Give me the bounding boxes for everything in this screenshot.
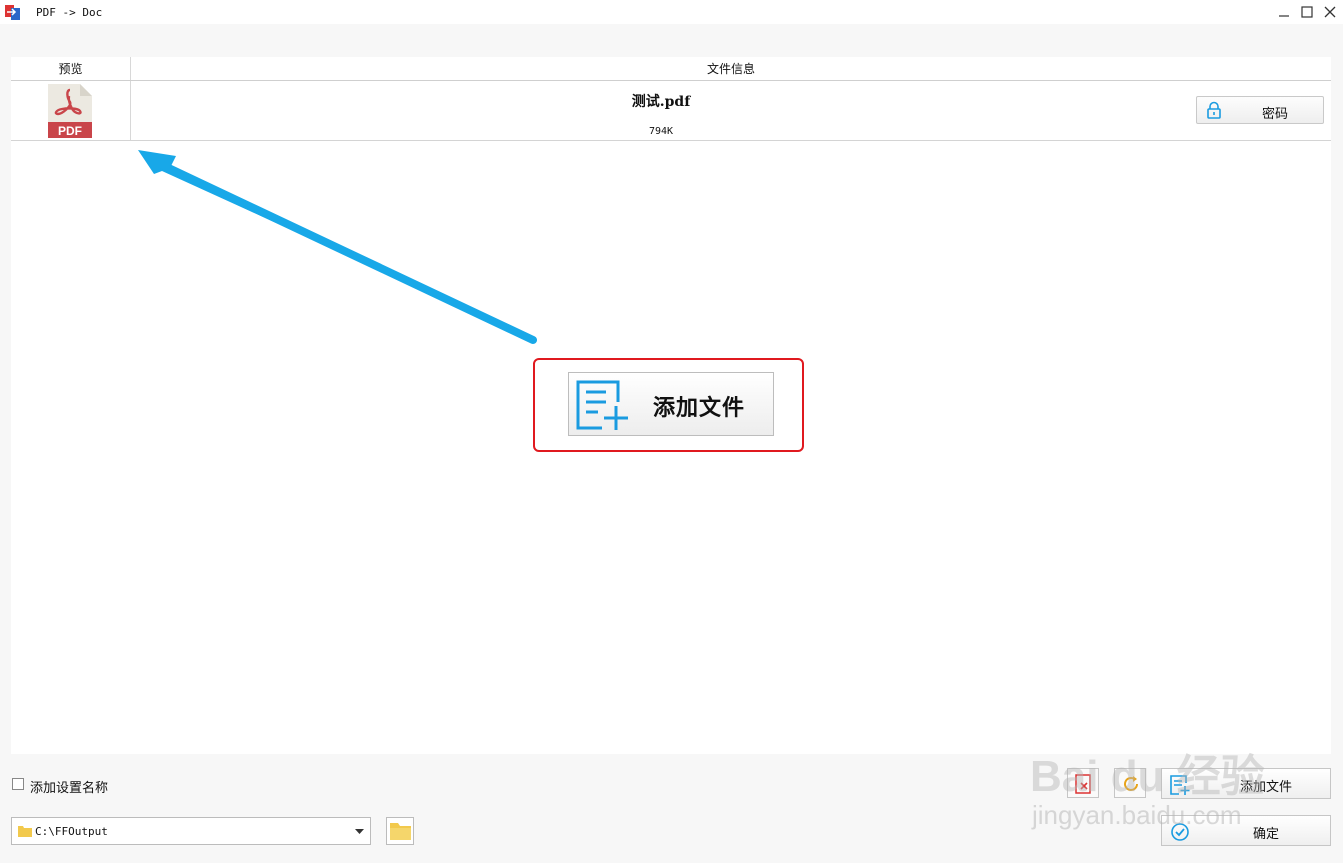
window-title: PDF -> Doc [36, 6, 103, 19]
table-header: 预览 文件信息 [11, 57, 1331, 81]
maximize-icon[interactable] [1298, 3, 1316, 21]
password-button[interactable]: 密码 [1196, 96, 1324, 124]
chevron-down-icon [355, 829, 364, 834]
delete-file-icon [1075, 774, 1091, 794]
close-icon[interactable] [1321, 3, 1339, 21]
add-file-icon [576, 380, 628, 430]
title-bar: PDF -> Doc [0, 0, 1343, 24]
check-circle-icon [1171, 823, 1189, 841]
output-path-select[interactable]: C:\FFOutput [11, 817, 371, 845]
output-path-value: C:\FFOutput [35, 825, 108, 838]
confirm-button[interactable]: 确定 [1161, 815, 1331, 846]
folder-icon [18, 826, 32, 837]
preview-cell: PDF [11, 81, 131, 140]
column-header-preview: 预览 [11, 57, 131, 80]
add-file-button-large-label: 添加文件 [653, 395, 746, 421]
table-row[interactable]: PDF 测试.pdf 794K 密码 [11, 81, 1331, 141]
refresh-button[interactable] [1114, 768, 1146, 798]
password-button-label: 密码 [1261, 106, 1288, 121]
pdf-thumb-label: PDF [58, 124, 82, 138]
clear-list-button[interactable] [1067, 768, 1099, 798]
add-file-icon [1170, 775, 1190, 795]
file-size: 794K [648, 126, 674, 137]
minimize-icon[interactable] [1275, 3, 1293, 21]
add-file-button-label: 添加文件 [1239, 779, 1292, 794]
confirm-button-label: 确定 [1252, 826, 1279, 841]
add-file-button[interactable]: 添加文件 [1161, 768, 1331, 799]
pdf-file-icon: PDF [48, 84, 92, 138]
browse-folder-button[interactable] [386, 817, 414, 845]
add-setting-name-label: 添加设置名称 [30, 780, 109, 795]
add-setting-name-checkbox[interactable] [12, 778, 24, 790]
app-icon [5, 5, 20, 20]
file-name: 测试.pdf [631, 94, 691, 110]
column-header-file-info: 文件信息 [706, 62, 755, 76]
lock-icon [1207, 101, 1221, 119]
add-file-button-large[interactable]: 添加文件 [568, 372, 774, 436]
refresh-icon [1124, 776, 1138, 791]
folder-open-icon [390, 823, 411, 840]
